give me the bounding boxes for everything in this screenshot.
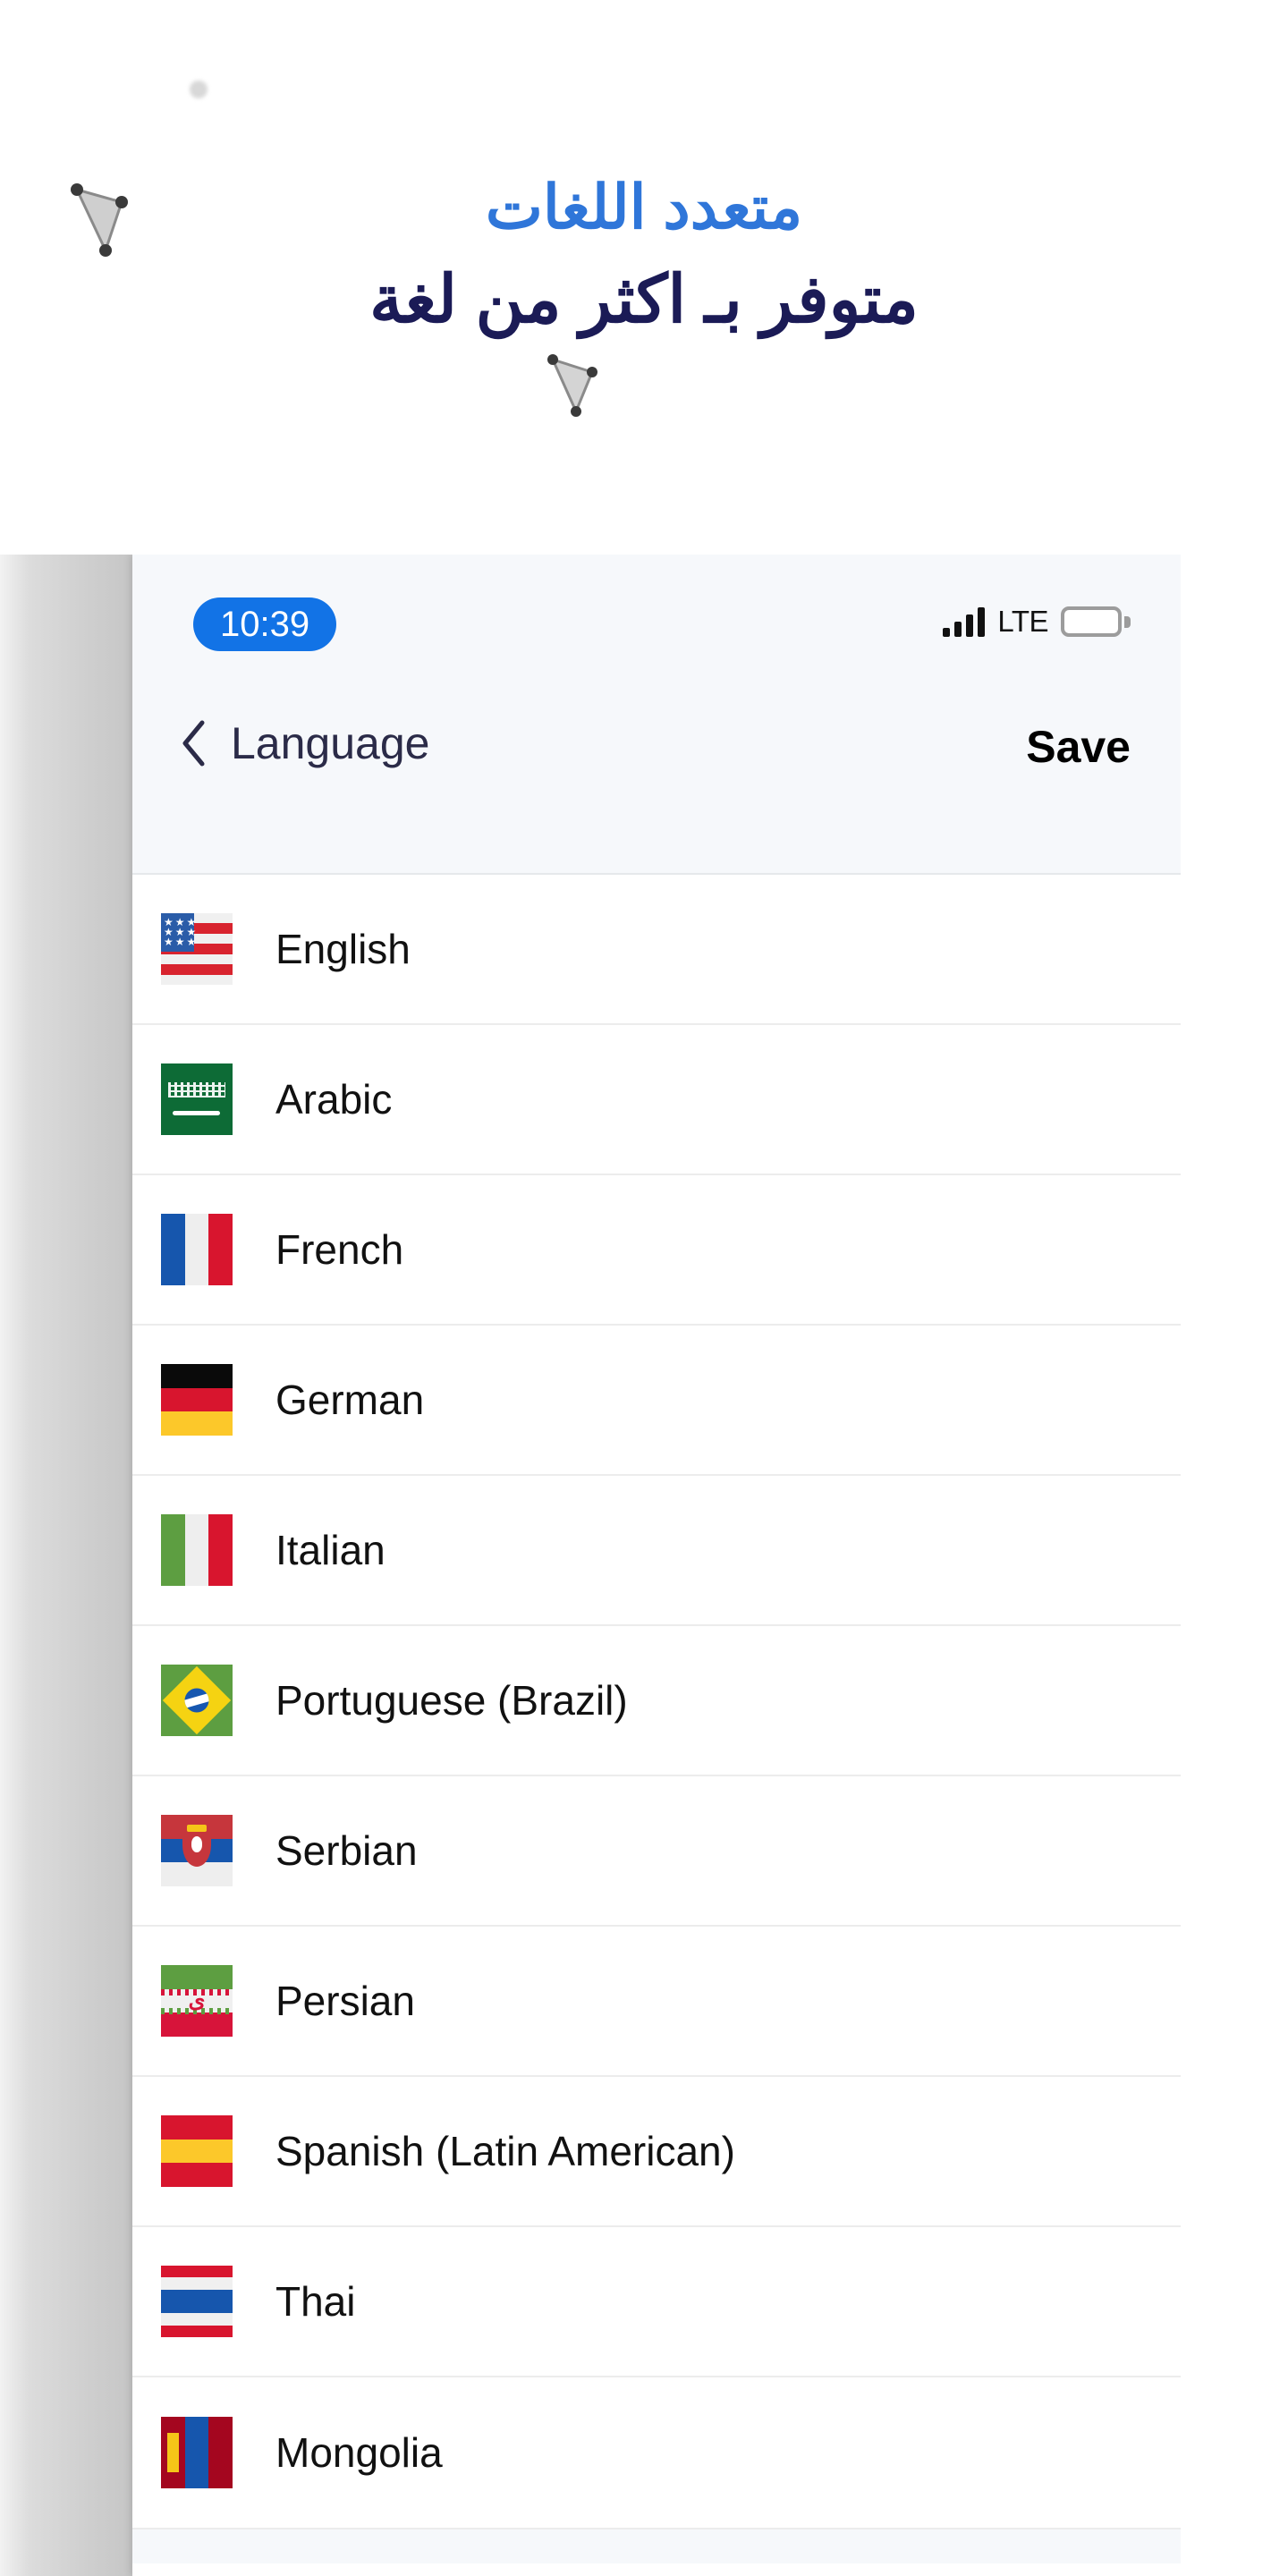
language-name-label: Italian: [275, 1527, 386, 1573]
france-flag: [161, 1214, 233, 1285]
signal-bars-icon: [943, 606, 986, 637]
language-name-label: French: [275, 1226, 404, 1273]
brazil-flag: [161, 1665, 233, 1736]
language-list-item[interactable]: Thai: [132, 2227, 1181, 2377]
united-states-flag: ★★★ ★★★ ★★★: [161, 913, 233, 985]
language-name-label: German: [275, 1377, 425, 1423]
save-button[interactable]: Save: [1026, 721, 1131, 773]
phone-screen: 10:39 LTE Language Save ★★★ ★★★ ★★★ Engl…: [132, 555, 1181, 2576]
language-list-item[interactable]: ی Persian: [132, 1927, 1181, 2077]
status-bar: 10:39 LTE: [132, 555, 1181, 698]
language-list-item[interactable]: Italian: [132, 1476, 1181, 1626]
decorative-triangle-icon: [547, 354, 597, 417]
mongolia-flag: [161, 2417, 233, 2488]
saudi-arabia-flag: [161, 1063, 233, 1135]
language-name-label: Mongolia: [275, 2429, 443, 2476]
status-time: 10:39: [193, 597, 337, 651]
language-name-label: Persian: [275, 1978, 415, 2024]
page-title: Language: [231, 718, 430, 768]
language-name-label: Arabic: [275, 1076, 393, 1123]
headline-line-2: متوفر بـ اكثر من لغة: [369, 262, 919, 336]
navigation-bar: Language Save: [132, 698, 1181, 875]
language-name-label: Portuguese (Brazil): [275, 1677, 628, 1724]
chevron-left-icon[interactable]: [179, 718, 209, 768]
italy-flag: [161, 1514, 233, 1586]
language-name-label: Spanish (Latin American): [275, 2128, 735, 2174]
page-headline: متعدد اللغات متوفر بـ اكثر من لغة: [0, 170, 1288, 342]
phone-frame-edge: [0, 555, 132, 2576]
thailand-flag: [161, 2266, 233, 2337]
language-list-item[interactable]: Portuguese (Brazil): [132, 1626, 1181, 1776]
iran-flag: ی: [161, 1965, 233, 2037]
spain-flag: [161, 2115, 233, 2187]
network-type-label: LTE: [997, 605, 1048, 638]
language-list-item[interactable]: Mongolia: [132, 2377, 1181, 2528]
language-list-item[interactable]: Serbian: [132, 1776, 1181, 1927]
language-list-item[interactable]: French: [132, 1175, 1181, 1326]
language-name-label: Thai: [275, 2278, 356, 2325]
germany-flag: [161, 1364, 233, 1436]
language-list-item[interactable]: German: [132, 1326, 1181, 1476]
language-list-item[interactable]: Arabic: [132, 1025, 1181, 1175]
language-list-item[interactable]: Spanish (Latin American): [132, 2077, 1181, 2227]
status-indicators: LTE: [943, 605, 1131, 639]
serbia-flag: [161, 1815, 233, 1886]
list-bottom-edge: [132, 2528, 1181, 2563]
headline-line-1: متعدد اللغات: [485, 174, 803, 242]
battery-icon: [1061, 606, 1131, 637]
phone-mockup: 10:39 LTE Language Save ★★★ ★★★ ★★★ Engl…: [0, 555, 1181, 2576]
language-list: ★★★ ★★★ ★★★ English Arabic French German Italia…: [132, 875, 1181, 2528]
language-list-item[interactable]: ★★★ ★★★ ★★★ English: [132, 875, 1181, 1025]
decorative-dot: [190, 80, 208, 98]
language-name-label: English: [275, 926, 411, 972]
language-name-label: Serbian: [275, 1827, 418, 1874]
back-button[interactable]: Language: [179, 717, 429, 769]
